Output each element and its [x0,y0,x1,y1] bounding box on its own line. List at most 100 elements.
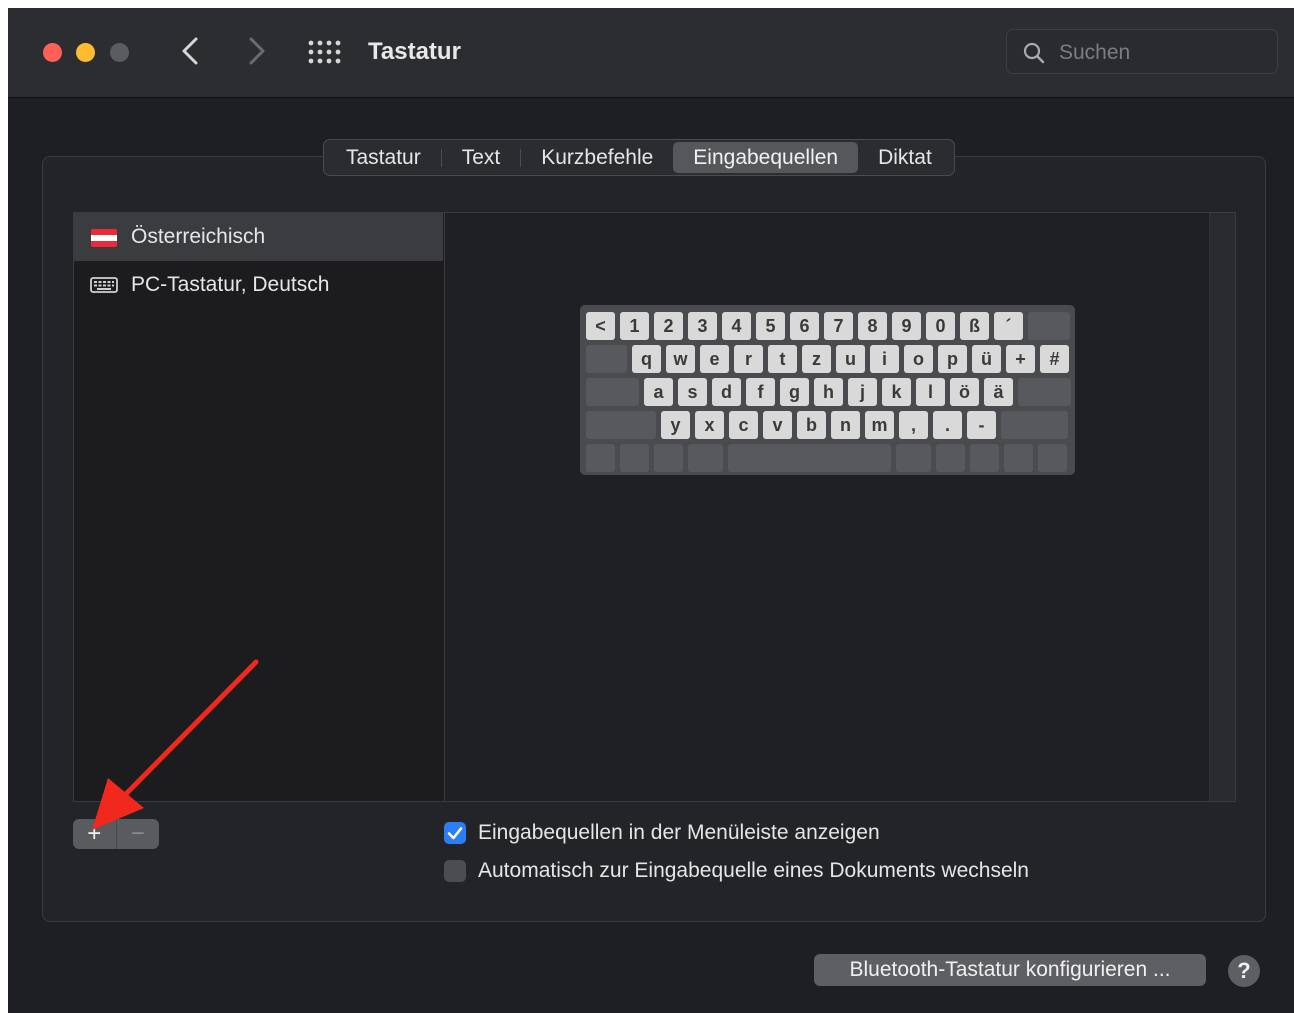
key: o [904,345,933,373]
key: 9 [892,312,921,340]
key-shift-left [586,411,656,439]
key: ß [960,312,989,340]
key: + [1006,345,1035,373]
keyboard-layout-preview: < 1 2 3 4 5 6 7 8 9 0 ß ´ q w e r t z u … [444,212,1236,802]
system-preferences-window: Tastatur Tastatur Text Kurzbefehle Einga… [8,8,1294,1013]
key-control [620,444,649,472]
help-button[interactable]: ? [1228,955,1260,987]
austria-flag-icon [91,229,117,247]
key: ä [984,378,1013,406]
close-window-button[interactable] [43,43,62,62]
tab-bar: Tastatur Text Kurzbefehle Eingabequellen… [323,139,955,176]
key-arrow-right [1038,444,1067,472]
list-item[interactable]: PC-Tastatur, Deutsch [74,261,443,309]
preview-scrollbar[interactable] [1209,213,1235,801]
key: ü [972,345,1001,373]
back-button[interactable] [176,34,206,68]
key-shift-right [1001,411,1068,439]
keyboard-row: a s d f g h j k l ö ä [586,378,1071,406]
search-icon [1023,42,1045,64]
chevron-right-icon [249,37,265,65]
key: m [865,411,894,439]
keyboard-row: q w e r t z u i o p ü + # [586,345,1069,373]
tab-kurzbefehle[interactable]: Kurzbefehle [521,142,673,173]
key-return [1018,378,1071,406]
key: z [802,345,831,373]
key: 4 [722,312,751,340]
keyboard-row: y x c v b n m , . - [586,411,1068,439]
key: a [644,378,673,406]
auto-switch-label: Automatisch zur Eingabequelle eines Doku… [478,859,1029,882]
show-in-menu-bar-label: Eingabequellen in der Menüleiste anzeige… [478,821,880,844]
search-field[interactable] [1006,29,1278,74]
window-title: Tastatur [368,38,461,65]
search-input[interactable] [1057,38,1261,68]
key: 7 [824,312,853,340]
key: g [780,378,809,406]
key-option [654,444,683,472]
key: 5 [756,312,785,340]
key: f [746,378,775,406]
key: , [899,411,928,439]
checkmark-icon [447,827,463,840]
keyboard-row [586,444,1067,472]
key: y [661,411,690,439]
key: h [814,378,843,406]
annotation-arrow [92,659,259,830]
key: ö [950,378,979,406]
tab-diktat[interactable]: Diktat [858,142,952,173]
key: c [729,411,758,439]
key-option-right [936,444,965,472]
key-arrow-left [970,444,999,472]
key: d [712,378,741,406]
key: # [1040,345,1069,373]
list-item-label: Österreichisch [131,225,266,248]
key-command-left [688,444,723,472]
key: n [831,411,860,439]
key: p [938,345,967,373]
key: w [666,345,695,373]
key: e [700,345,729,373]
list-item[interactable]: Österreichisch [74,213,443,261]
key: j [848,378,877,406]
key: 1 [620,312,649,340]
keyboard-layout-image: < 1 2 3 4 5 6 7 8 9 0 ß ´ q w e r t z u … [580,305,1075,475]
key: s [678,378,707,406]
grid-icon [308,40,341,64]
key-arrow-up-down [1004,444,1033,472]
key: u [836,345,865,373]
tab-text[interactable]: Text [442,142,521,173]
keyboard-icon [90,277,118,293]
key: v [763,411,792,439]
minimize-window-button[interactable] [76,43,95,62]
bluetooth-keyboard-setup-button[interactable]: Bluetooth-Tastatur konfigurieren ... [814,954,1206,986]
key-command-right [896,444,931,472]
auto-switch-checkbox[interactable] [444,860,466,882]
tab-tastatur[interactable]: Tastatur [326,142,441,173]
key: i [870,345,899,373]
key: 8 [858,312,887,340]
key: 2 [654,312,683,340]
key: q [632,345,661,373]
key-tab [586,345,627,373]
tab-eingabequellen[interactable]: Eingabequellen [673,142,859,173]
key: < [586,312,615,340]
key-caps-lock [586,378,639,406]
chevron-left-icon [182,37,198,65]
key-backspace [1028,312,1070,340]
key: - [967,411,996,439]
key: 6 [790,312,819,340]
show-in-menu-bar-checkbox[interactable] [444,822,466,844]
key: ´ [994,312,1023,340]
show-all-button[interactable] [308,40,342,64]
zoom-window-button[interactable] [110,43,129,62]
key: b [797,411,826,439]
forward-button[interactable] [241,34,271,68]
key: k [882,378,911,406]
keyboard-row: < 1 2 3 4 5 6 7 8 9 0 ß ´ [586,312,1070,340]
key: 0 [926,312,955,340]
key-fn [586,444,615,472]
list-item-label: PC-Tastatur, Deutsch [131,273,330,296]
key: r [734,345,763,373]
key: t [768,345,797,373]
